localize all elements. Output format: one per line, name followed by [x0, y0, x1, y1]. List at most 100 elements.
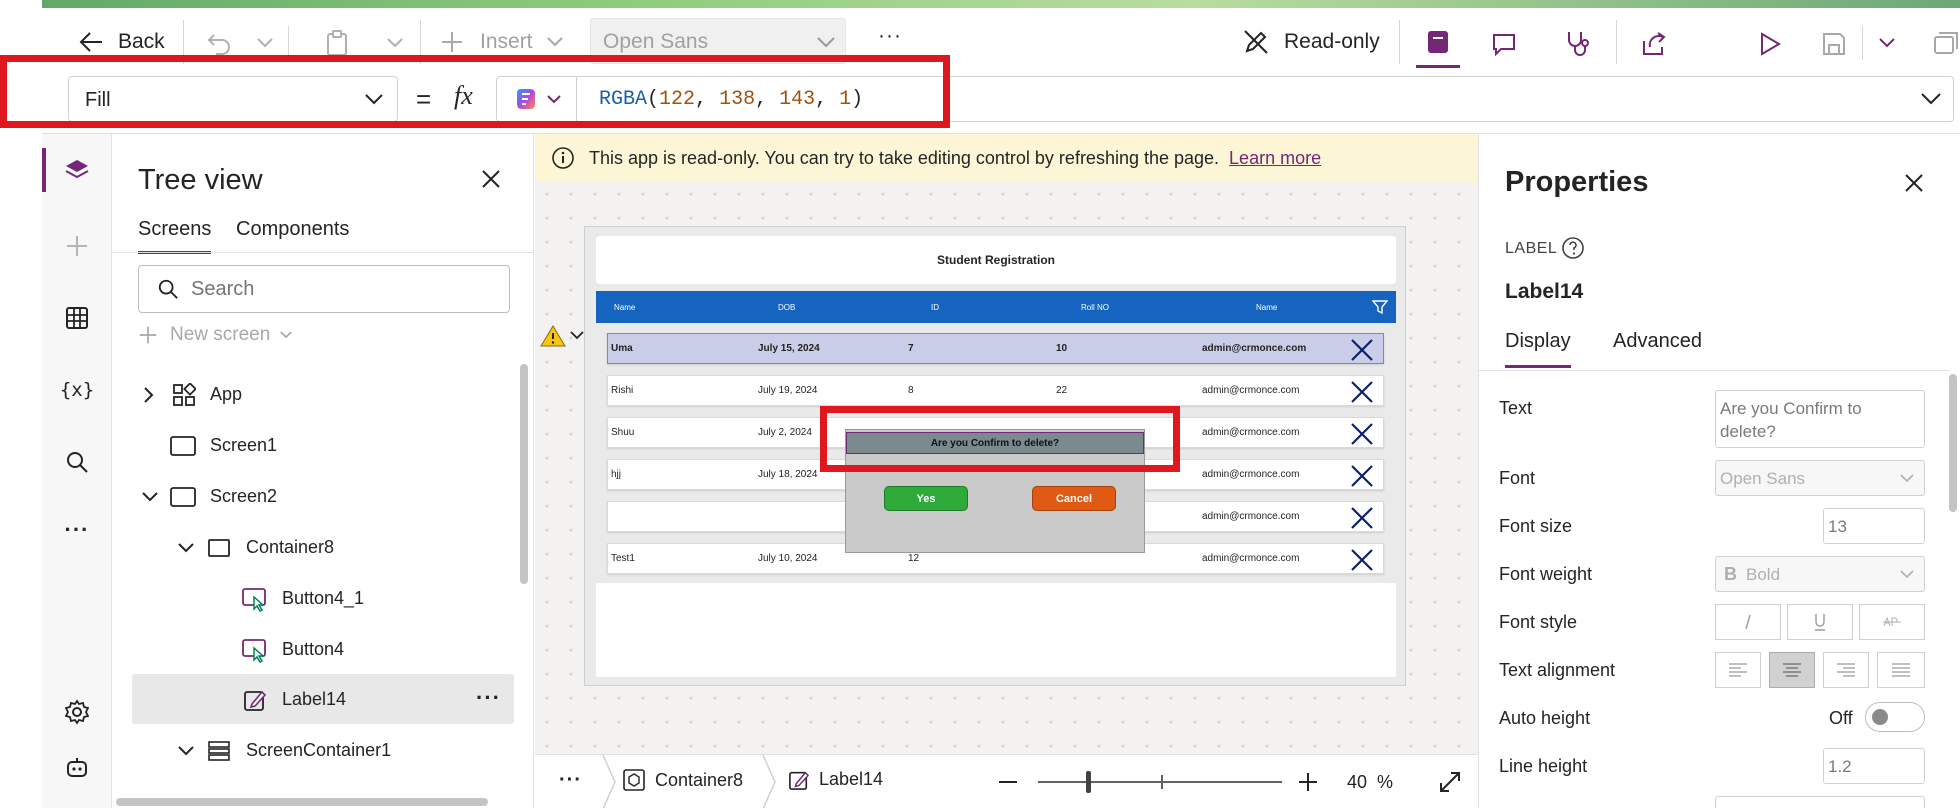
tree-node-app[interactable]: App: [112, 369, 512, 419]
settings-button[interactable]: [56, 690, 98, 734]
save-dropdown[interactable]: [1872, 26, 1902, 60]
expand-formula-button[interactable]: [1914, 82, 1948, 116]
align-center-button[interactable]: [1769, 652, 1815, 688]
cancel-button[interactable]: Cancel: [1032, 486, 1116, 511]
horizontal-scrollbar[interactable]: [116, 798, 488, 806]
search-input[interactable]: [191, 277, 481, 301]
zoom-slider-tick: [1161, 775, 1163, 789]
header-dob: DOB: [778, 303, 796, 312]
tree-node-screen2[interactable]: Screen2: [112, 471, 512, 521]
yes-button[interactable]: Yes: [884, 486, 968, 511]
breadcrumb-label14[interactable]: Label14: [789, 769, 883, 790]
breadcrumb-label: Label14: [819, 769, 884, 789]
variables-button[interactable]: {x}: [56, 368, 98, 412]
auto-height-toggle[interactable]: [1865, 702, 1925, 732]
properties-panel: Properties LABEL Label14 Display Advance…: [1478, 134, 1960, 808]
app-rail: {x} ···: [42, 134, 112, 808]
filter-icon[interactable]: [1372, 299, 1388, 315]
node-more-button[interactable]: ···: [476, 685, 501, 711]
delete-icon[interactable]: [1349, 463, 1375, 489]
delete-icon[interactable]: [1349, 379, 1375, 405]
label-control-icon: [244, 690, 266, 711]
plus-icon: [1299, 773, 1317, 791]
gallery-row[interactable]: Uma July 15, 2024 7 10 admin@crmonce.com: [607, 333, 1384, 364]
header-email: Name: [1256, 303, 1278, 312]
close-properties-button[interactable]: [1899, 168, 1929, 198]
tab-screens-label: Screens: [138, 218, 212, 240]
breadcrumb-container8[interactable]: Container8: [623, 769, 743, 791]
help-icon[interactable]: [1561, 236, 1585, 260]
app-checker-tab[interactable]: [1416, 18, 1460, 68]
chevron-down-icon[interactable]: [570, 331, 584, 340]
tab-screens[interactable]: Screens: [138, 218, 212, 254]
readonly-indicator[interactable]: Read-only: [1242, 22, 1380, 62]
container-icon: [208, 539, 230, 557]
tree-node-button4-1[interactable]: Button4_1: [112, 573, 512, 623]
italic-icon: [1745, 614, 1751, 630]
learn-more-link[interactable]: Learn more: [1229, 148, 1321, 169]
vertical-scrollbar[interactable]: [520, 364, 528, 584]
save-button[interactable]: [1814, 24, 1854, 64]
undo-icon: [207, 34, 230, 55]
property-label: Text: [1499, 398, 1533, 418]
header-roll: Roll NO: [1081, 303, 1110, 312]
align-right-button[interactable]: [1823, 652, 1869, 688]
tree-node-button4[interactable]: Button4: [112, 624, 512, 674]
zoom-slider-thumb[interactable]: [1086, 771, 1091, 793]
tab-display[interactable]: Display: [1505, 330, 1571, 368]
data-button[interactable]: [56, 296, 98, 340]
search-box[interactable]: [138, 265, 510, 313]
publish-button[interactable]: [1926, 24, 1960, 64]
tree-node-label14[interactable]: Label14 ···: [132, 674, 514, 724]
italic-toggle[interactable]: [1715, 604, 1781, 640]
align-left-button[interactable]: [1715, 652, 1761, 688]
tree-view-button[interactable]: [56, 148, 98, 192]
warning-icon[interactable]: [540, 324, 566, 348]
breadcrumb-more-button[interactable]: ···: [559, 769, 582, 792]
delete-icon[interactable]: [1349, 505, 1375, 531]
control-name: Label14: [1505, 280, 1584, 303]
line-height-field[interactable]: 1.2: [1823, 748, 1925, 784]
tree-node-screen1[interactable]: Screen1: [112, 420, 512, 470]
canvas-status-bar: ··· Container8 Label14 40 %: [535, 754, 1478, 808]
gallery-row[interactable]: Rishi July 19, 2024 8 22 admin@crmonce.c…: [607, 375, 1384, 406]
tree-node-screencontainer1[interactable]: ScreenContainer1: [112, 725, 512, 775]
close-tree-button[interactable]: [476, 164, 506, 194]
font-weight-dropdown[interactable]: B Bold: [1715, 556, 1925, 592]
delete-icon[interactable]: [1349, 421, 1375, 447]
fit-to-window-button[interactable]: [1435, 767, 1465, 797]
align-justify-button[interactable]: [1877, 652, 1925, 688]
more-commands-button[interactable]: ···: [878, 24, 902, 48]
insert-rail-button[interactable]: [56, 224, 98, 268]
copilot-rail-button[interactable]: [56, 746, 98, 790]
tab-advanced[interactable]: Advanced: [1613, 330, 1702, 368]
share-button[interactable]: [1634, 24, 1674, 64]
properties-scrollbar[interactable]: [1949, 374, 1957, 512]
tree-node-container8[interactable]: Container8: [112, 522, 512, 572]
new-screen-button[interactable]: New screen: [138, 324, 293, 346]
strikethrough-toggle[interactable]: [1859, 604, 1925, 640]
zoom-out-button[interactable]: [993, 767, 1023, 797]
next-property-field[interactable]: [1715, 796, 1925, 808]
underline-toggle[interactable]: [1787, 604, 1853, 640]
delete-icon[interactable]: [1349, 337, 1375, 363]
more-rail-button[interactable]: ···: [56, 508, 98, 552]
cell-name: Shuu: [611, 427, 635, 438]
header-banner: [42, 0, 1960, 8]
preview-button[interactable]: [1750, 24, 1790, 64]
comments-button[interactable]: [1484, 24, 1524, 64]
cancel-label: Cancel: [1055, 492, 1093, 505]
power-apps-studio: { "toolbar": { "back_label": "Back", "in…: [0, 0, 1960, 808]
health-check-button[interactable]: [1558, 24, 1598, 64]
tree-node-label: ScreenContainer1: [246, 740, 392, 760]
font-dropdown[interactable]: Open Sans: [1715, 460, 1925, 496]
close-icon: [482, 170, 500, 188]
delete-icon[interactable]: [1349, 547, 1375, 573]
zoom-slider[interactable]: [1038, 781, 1282, 783]
search-rail-button[interactable]: [56, 440, 98, 484]
zoom-value[interactable]: 40: [1347, 772, 1367, 793]
text-field[interactable]: Are you Confirm to delete?: [1715, 390, 1925, 448]
font-size-field[interactable]: 13: [1823, 508, 1925, 544]
tab-components[interactable]: Components: [236, 218, 349, 254]
zoom-in-button[interactable]: [1293, 767, 1323, 797]
